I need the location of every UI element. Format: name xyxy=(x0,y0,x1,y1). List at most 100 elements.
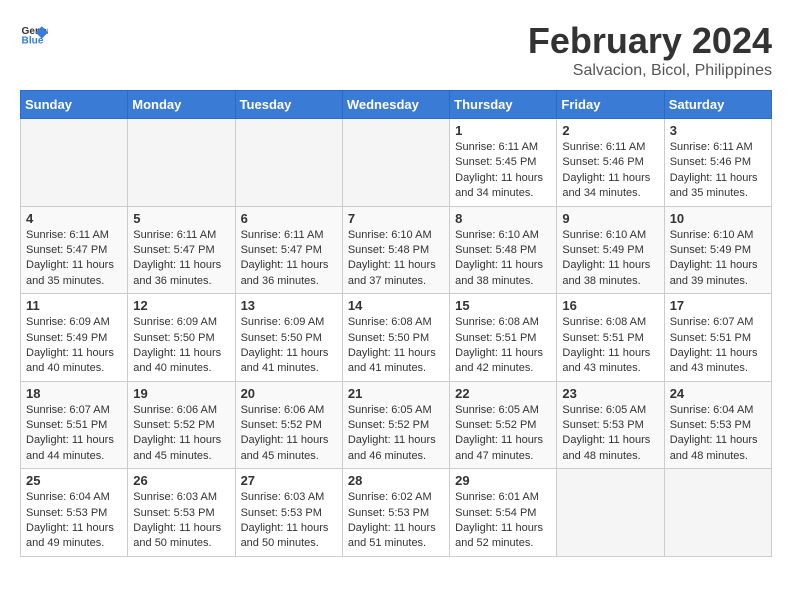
table-row xyxy=(342,119,449,207)
table-row: 2 Sunrise: 6:11 AM Sunset: 5:46 PM Daylig… xyxy=(557,119,664,207)
day-info: Sunrise: 6:09 AM Sunset: 5:50 PM Dayligh… xyxy=(241,315,337,377)
table-row: 3 Sunrise: 6:11 AM Sunset: 5:46 PM Daylig… xyxy=(664,119,771,207)
day-number: 17 xyxy=(670,298,766,313)
day-number: 9 xyxy=(562,211,658,226)
logo-icon: General Blue xyxy=(20,20,48,48)
table-row: 6 Sunrise: 6:11 AM Sunset: 5:47 PM Daylig… xyxy=(235,206,342,294)
day-info: Sunrise: 6:11 AM Sunset: 5:45 PM Dayligh… xyxy=(455,140,551,202)
table-row: 26 Sunrise: 6:03 AM Sunset: 5:53 PM Dayli… xyxy=(128,469,235,557)
calendar-week-row: 11 Sunrise: 6:09 AM Sunset: 5:49 PM Dayli… xyxy=(21,294,772,382)
day-info: Sunrise: 6:04 AM Sunset: 5:53 PM Dayligh… xyxy=(26,490,122,552)
day-info: Sunrise: 6:07 AM Sunset: 5:51 PM Dayligh… xyxy=(26,403,122,465)
day-info: Sunrise: 6:05 AM Sunset: 5:53 PM Dayligh… xyxy=(562,403,658,465)
col-tuesday: Tuesday xyxy=(235,91,342,119)
day-number: 10 xyxy=(670,211,766,226)
day-info: Sunrise: 6:07 AM Sunset: 5:51 PM Dayligh… xyxy=(670,315,766,377)
day-number: 5 xyxy=(133,211,229,226)
col-sunday: Sunday xyxy=(21,91,128,119)
day-number: 20 xyxy=(241,386,337,401)
svg-text:Blue: Blue xyxy=(22,35,44,46)
table-row xyxy=(128,119,235,207)
table-row: 23 Sunrise: 6:05 AM Sunset: 5:53 PM Dayli… xyxy=(557,381,664,469)
day-number: 26 xyxy=(133,473,229,488)
day-info: Sunrise: 6:10 AM Sunset: 5:48 PM Dayligh… xyxy=(455,228,551,290)
day-number: 12 xyxy=(133,298,229,313)
day-info: Sunrise: 6:11 AM Sunset: 5:46 PM Dayligh… xyxy=(670,140,766,202)
calendar-week-row: 1 Sunrise: 6:11 AM Sunset: 5:45 PM Daylig… xyxy=(21,119,772,207)
day-number: 13 xyxy=(241,298,337,313)
day-info: Sunrise: 6:04 AM Sunset: 5:53 PM Dayligh… xyxy=(670,403,766,465)
table-row xyxy=(557,469,664,557)
day-info: Sunrise: 6:05 AM Sunset: 5:52 PM Dayligh… xyxy=(455,403,551,465)
day-info: Sunrise: 6:10 AM Sunset: 5:49 PM Dayligh… xyxy=(562,228,658,290)
day-number: 6 xyxy=(241,211,337,226)
day-number: 27 xyxy=(241,473,337,488)
col-saturday: Saturday xyxy=(664,91,771,119)
table-row: 12Sunrise: 6:09 AM Sunset: 5:50 PM Dayli… xyxy=(128,294,235,382)
day-number: 21 xyxy=(348,386,444,401)
table-row: 25 Sunrise: 6:04 AM Sunset: 5:53 PM Dayli… xyxy=(21,469,128,557)
day-info: Sunrise: 6:06 AM Sunset: 5:52 PM Dayligh… xyxy=(241,403,337,465)
day-number: 11 xyxy=(26,298,122,313)
day-number: 24 xyxy=(670,386,766,401)
day-info: Sunrise: 6:11 AM Sunset: 5:47 PM Dayligh… xyxy=(26,228,122,290)
table-row xyxy=(235,119,342,207)
table-row: 9 Sunrise: 6:10 AM Sunset: 5:49 PM Daylig… xyxy=(557,206,664,294)
day-info: Sunrise: 6:05 AM Sunset: 5:52 PM Dayligh… xyxy=(348,403,444,465)
table-row: 13 Sunrise: 6:09 AM Sunset: 5:50 PM Dayli… xyxy=(235,294,342,382)
table-row: 8 Sunrise: 6:10 AM Sunset: 5:48 PM Daylig… xyxy=(450,206,557,294)
table-row xyxy=(664,469,771,557)
day-number: 28 xyxy=(348,473,444,488)
day-number: 22 xyxy=(455,386,551,401)
page-title: February 2024 xyxy=(528,20,772,62)
col-thursday: Thursday xyxy=(450,91,557,119)
col-monday: Monday xyxy=(128,91,235,119)
day-info: Sunrise: 6:09 AM Sunset: 5:49 PM Dayligh… xyxy=(26,315,122,377)
table-row: 10 Sunrise: 6:10 AM Sunset: 5:49 PM Dayli… xyxy=(664,206,771,294)
day-info: Sunrise: 6:03 AM Sunset: 5:53 PM Dayligh… xyxy=(133,490,229,552)
day-info: Sunrise: 6:10 AM Sunset: 5:48 PM Dayligh… xyxy=(348,228,444,290)
table-row: 19Sunrise: 6:06 AM Sunset: 5:52 PM Dayli… xyxy=(128,381,235,469)
day-info: Sunrise: 6:08 AM Sunset: 5:51 PM Dayligh… xyxy=(562,315,658,377)
day-number: 4 xyxy=(26,211,122,226)
day-info: Sunrise: 6:10 AM Sunset: 5:49 PM Dayligh… xyxy=(670,228,766,290)
day-number: 7 xyxy=(348,211,444,226)
table-row: 21 Sunrise: 6:05 AM Sunset: 5:52 PM Dayli… xyxy=(342,381,449,469)
day-number: 16 xyxy=(562,298,658,313)
table-row: 16 Sunrise: 6:08 AM Sunset: 5:51 PM Dayli… xyxy=(557,294,664,382)
table-row: 11 Sunrise: 6:09 AM Sunset: 5:49 PM Dayli… xyxy=(21,294,128,382)
table-row: 18Sunrise: 6:07 AM Sunset: 5:51 PM Dayli… xyxy=(21,381,128,469)
day-info: Sunrise: 6:11 AM Sunset: 5:47 PM Dayligh… xyxy=(133,228,229,290)
day-number: 23 xyxy=(562,386,658,401)
day-info: Sunrise: 6:11 AM Sunset: 5:46 PM Dayligh… xyxy=(562,140,658,202)
table-row: 5 Sunrise: 6:11 AM Sunset: 5:47 PM Daylig… xyxy=(128,206,235,294)
day-number: 25 xyxy=(26,473,122,488)
day-number: 15 xyxy=(455,298,551,313)
table-row: 7 Sunrise: 6:10 AM Sunset: 5:48 PM Daylig… xyxy=(342,206,449,294)
page-header: General Blue February 2024 Salvacion, Bi… xyxy=(20,20,772,80)
title-area: February 2024 Salvacion, Bicol, Philippi… xyxy=(528,20,772,80)
table-row: 1 Sunrise: 6:11 AM Sunset: 5:45 PM Daylig… xyxy=(450,119,557,207)
day-number: 19 xyxy=(133,386,229,401)
table-row: 22 Sunrise: 6:05 AM Sunset: 5:52 PM Dayli… xyxy=(450,381,557,469)
table-row: 24 Sunrise: 6:04 AM Sunset: 5:53 PM Dayli… xyxy=(664,381,771,469)
calendar-week-row: 25 Sunrise: 6:04 AM Sunset: 5:53 PM Dayli… xyxy=(21,469,772,557)
table-row: 20 Sunrise: 6:06 AM Sunset: 5:52 PM Dayli… xyxy=(235,381,342,469)
day-number: 1 xyxy=(455,123,551,138)
day-number: 3 xyxy=(670,123,766,138)
calendar-week-row: 4 Sunrise: 6:11 AM Sunset: 5:47 PM Daylig… xyxy=(21,206,772,294)
calendar-header-row: Sunday Monday Tuesday Wednesday Thursday… xyxy=(21,91,772,119)
table-row: 27Sunrise: 6:03 AM Sunset: 5:53 PM Dayli… xyxy=(235,469,342,557)
day-info: Sunrise: 6:11 AM Sunset: 5:47 PM Dayligh… xyxy=(241,228,337,290)
table-row: 17 Sunrise: 6:07 AM Sunset: 5:51 PM Dayli… xyxy=(664,294,771,382)
table-row: 4 Sunrise: 6:11 AM Sunset: 5:47 PM Daylig… xyxy=(21,206,128,294)
day-info: Sunrise: 6:02 AM Sunset: 5:53 PM Dayligh… xyxy=(348,490,444,552)
table-row: 28 Sunrise: 6:02 AM Sunset: 5:53 PM Dayli… xyxy=(342,469,449,557)
col-wednesday: Wednesday xyxy=(342,91,449,119)
day-number: 8 xyxy=(455,211,551,226)
logo: General Blue xyxy=(20,20,48,48)
day-info: Sunrise: 6:08 AM Sunset: 5:50 PM Dayligh… xyxy=(348,315,444,377)
calendar-week-row: 18Sunrise: 6:07 AM Sunset: 5:51 PM Dayli… xyxy=(21,381,772,469)
day-info: Sunrise: 6:01 AM Sunset: 5:54 PM Dayligh… xyxy=(455,490,551,552)
day-number: 2 xyxy=(562,123,658,138)
